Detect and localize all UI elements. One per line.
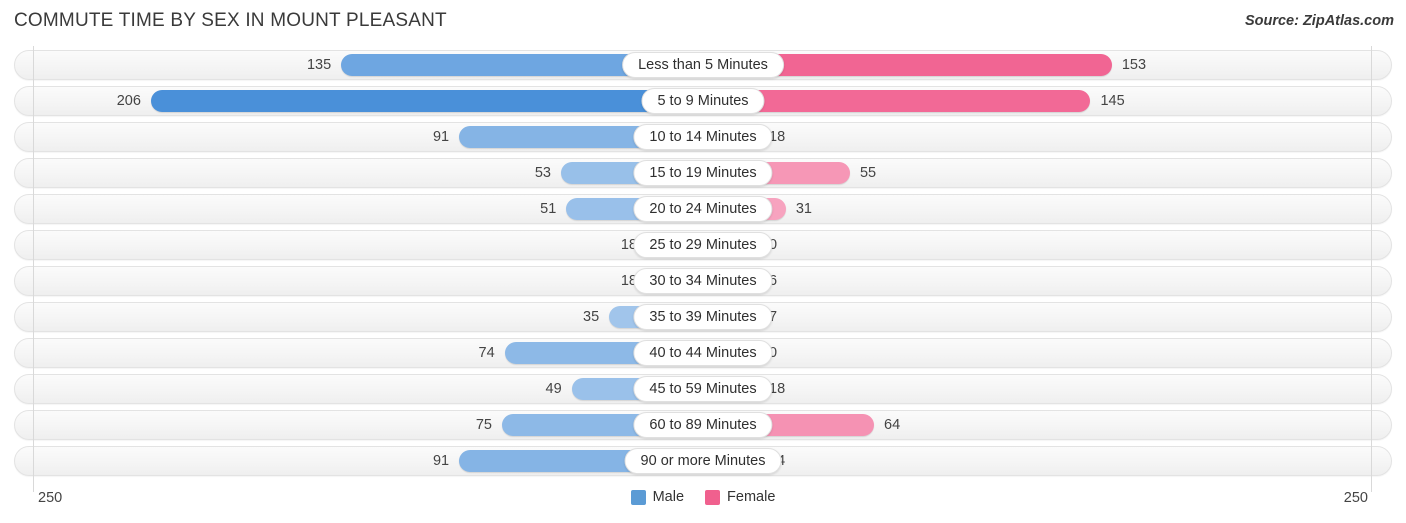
value-label-male: 18 xyxy=(620,237,637,253)
value-label-female: 7 xyxy=(769,309,778,325)
bar-row: 35 7 35 to 39 Minutes xyxy=(14,302,1392,332)
category-label: 30 to 34 Minutes xyxy=(633,268,773,294)
legend-label: Male xyxy=(652,489,685,505)
category-label: Less than 5 Minutes xyxy=(622,52,784,78)
value-label-female: 6 xyxy=(769,273,778,289)
bar-row: 74 0 40 to 44 Minutes xyxy=(14,338,1392,368)
category-label: 40 to 44 Minutes xyxy=(633,340,773,366)
bar-row: 53 55 15 to 19 Minutes xyxy=(14,158,1392,188)
category-label: 60 to 89 Minutes xyxy=(633,412,773,438)
legend-swatch-icon xyxy=(630,489,646,505)
bar-row: 75 64 60 to 89 Minutes xyxy=(14,410,1392,440)
category-label: 45 to 59 Minutes xyxy=(633,376,773,402)
value-label-female: 64 xyxy=(884,417,901,433)
value-label-male: 53 xyxy=(534,165,551,181)
legend-item[interactable]: Female xyxy=(705,489,775,505)
category-label: 35 to 39 Minutes xyxy=(633,304,773,330)
category-label: 15 to 19 Minutes xyxy=(633,160,773,186)
value-label-male: 35 xyxy=(583,309,600,325)
category-label: 10 to 14 Minutes xyxy=(633,124,773,150)
value-label-female: 18 xyxy=(769,129,786,145)
legend-swatch-icon xyxy=(705,489,721,505)
bar-row: 49 18 45 to 59 Minutes xyxy=(14,374,1392,404)
value-label-male: 18 xyxy=(620,273,637,289)
value-label-female: 18 xyxy=(769,381,786,397)
bar-row: 18 6 30 to 34 Minutes xyxy=(14,266,1392,296)
value-label-male: 51 xyxy=(540,201,557,217)
bar-row: 91 18 10 to 14 Minutes xyxy=(14,122,1392,152)
legend-item[interactable]: Male xyxy=(630,489,685,505)
value-label-male: 91 xyxy=(432,453,450,469)
chart-footer: 250 250 Male Female xyxy=(0,486,1406,523)
axis-line-left xyxy=(33,46,34,492)
value-label-female: 31 xyxy=(795,201,812,217)
value-label-male: 206 xyxy=(116,93,141,109)
value-label-female: 0 xyxy=(769,237,778,253)
axis-line-right xyxy=(1371,46,1372,492)
category-label: 25 to 29 Minutes xyxy=(633,232,773,258)
bar-row: 206 145 5 to 9 Minutes xyxy=(14,86,1392,116)
bar-row: 911490 or more Minutes xyxy=(14,446,1392,476)
commute-time-chart: COMMUTE TIME BY SEX IN MOUNT PLEASANT So… xyxy=(0,0,1406,523)
chart-legend: Male Female xyxy=(0,489,1406,505)
bar-rows: 135 153 Less than 5 Minutes 206 145 5 to 9 Mi… xyxy=(14,50,1392,482)
bar-row: 18 0 25 to 29 Minutes xyxy=(14,230,1392,260)
bar-row: 135 153 Less than 5 Minutes xyxy=(14,50,1392,80)
value-label-female: 55 xyxy=(859,165,877,181)
value-label-male: 135 xyxy=(306,57,332,73)
page-title: COMMUTE TIME BY SEX IN MOUNT PLEASANT xyxy=(14,10,447,31)
value-label-male: 91 xyxy=(432,129,450,145)
category-label: 20 to 24 Minutes xyxy=(633,196,773,222)
source-attribution: Source: ZipAtlas.com xyxy=(1244,13,1394,29)
plot-area: 135 153 Less than 5 Minutes 206 145 5 to 9 Mi… xyxy=(0,46,1406,492)
category-label: 90 or more Minutes xyxy=(624,448,782,474)
bar-row: 51 31 20 to 24 Minutes xyxy=(14,194,1392,224)
value-label-female: 145 xyxy=(1100,93,1125,109)
bar-male[interactable] xyxy=(150,90,703,112)
chart-header: COMMUTE TIME BY SEX IN MOUNT PLEASANT So… xyxy=(0,0,1406,46)
value-label-female: 153 xyxy=(1121,57,1147,73)
legend-label: Female xyxy=(727,489,776,505)
value-label-female: 0 xyxy=(769,345,778,361)
value-label-male: 74 xyxy=(478,345,495,361)
value-label-male: 49 xyxy=(545,381,562,397)
category-label: 5 to 9 Minutes xyxy=(641,88,765,114)
value-label-male: 75 xyxy=(475,417,492,433)
